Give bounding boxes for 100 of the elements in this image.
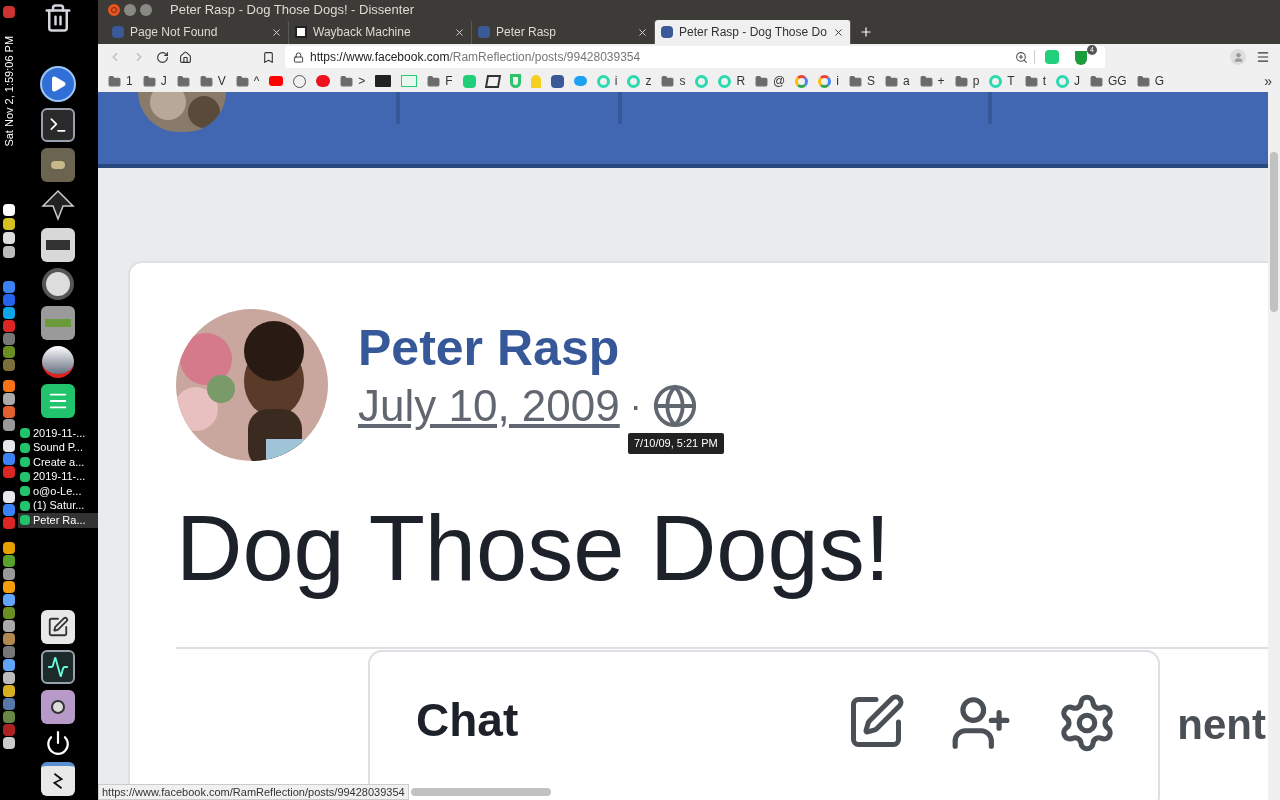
- horizontal-scrollbar[interactable]: [410, 788, 551, 796]
- bookmark-item[interactable]: J: [1056, 72, 1080, 90]
- monitor-icon[interactable]: [41, 650, 75, 684]
- tray-icon[interactable]: [3, 685, 15, 697]
- minimize-button[interactable]: [124, 4, 136, 16]
- globe-icon: [651, 383, 698, 429]
- tray-icon[interactable]: [3, 568, 15, 580]
- url-text: https://www.facebook.com/RamReflection/posts/99428039354: [310, 49, 642, 66]
- maximize-button[interactable]: [140, 4, 152, 16]
- zoom-icon[interactable]: [1015, 50, 1028, 64]
- mascot-icon[interactable]: [41, 148, 75, 182]
- tooltip: 7/10/09, 5:21 PM: [628, 433, 724, 454]
- bookmark-item[interactable]: T: [989, 72, 1015, 90]
- window-title: Peter Rasp - Dog Those Dogs! - Dissenter: [170, 1, 414, 20]
- tray-icon[interactable]: [3, 555, 15, 567]
- speech-bubble-icon: [316, 75, 331, 87]
- knob-icon[interactable]: [42, 346, 74, 378]
- close-icon[interactable]: [637, 26, 648, 38]
- close-icon[interactable]: [271, 26, 282, 38]
- window-list-item[interactable]: Peter Ra...: [18, 513, 98, 528]
- scrollbar[interactable]: [1268, 92, 1280, 800]
- bookmark-item[interactable]: G: [1136, 72, 1164, 90]
- cabinet-icon[interactable]: [41, 306, 75, 340]
- bookmark-item[interactable]: GG: [1090, 72, 1127, 90]
- tray-icon[interactable]: [3, 380, 15, 392]
- tray-icon[interactable]: [3, 633, 15, 645]
- tray-icon[interactable]: [3, 491, 15, 503]
- close-button[interactable]: [108, 4, 120, 16]
- power-icon[interactable]: [45, 730, 71, 756]
- home-icon[interactable]: [179, 50, 192, 64]
- tab-title: Wayback Machine: [313, 24, 412, 41]
- bookmark-item[interactable]: >: [340, 72, 366, 90]
- tray-icon[interactable]: [3, 246, 15, 258]
- menu-icon[interactable]: [1256, 50, 1270, 64]
- separator: ·: [629, 384, 642, 428]
- tray-icon[interactable]: [3, 581, 15, 593]
- status-bar: https://www.facebook.com/RamReflection/posts/99428039354: [98, 784, 409, 800]
- tray-icon[interactable]: [3, 419, 15, 431]
- bookmark-item[interactable]: i: [818, 72, 839, 90]
- browser-tab[interactable]: Peter Rasp - Dog Those Do: [655, 20, 851, 44]
- tab-title: Peter Rasp - Dog Those Do: [679, 24, 827, 41]
- bookmark-item[interactable]: p: [954, 72, 980, 90]
- tab-title: Page Not Found: [130, 24, 219, 41]
- reload-icon[interactable]: [156, 50, 169, 64]
- tray-icon[interactable]: [3, 659, 15, 671]
- trash-icon[interactable]: [43, 2, 73, 34]
- tray-icon[interactable]: [3, 672, 15, 684]
- folder-icon: [919, 74, 933, 88]
- lock-icon: [293, 51, 304, 63]
- tray-icon[interactable]: [3, 440, 15, 452]
- folder-icon: [954, 74, 968, 88]
- bookmark-icon[interactable]: [262, 50, 275, 64]
- webcam-icon[interactable]: [41, 690, 75, 724]
- bookmarks-overflow[interactable]: »: [1264, 70, 1272, 92]
- bookmark-item[interactable]: @: [755, 72, 786, 90]
- bookmark-item[interactable]: a: [884, 72, 910, 90]
- tray-icon[interactable]: [3, 620, 15, 632]
- clock: Sat Nov 2, 1:59:06 PM: [1, 35, 16, 147]
- play-icon[interactable]: [40, 66, 76, 102]
- close-icon[interactable]: [454, 26, 465, 38]
- bookmark-item[interactable]: s: [661, 72, 686, 90]
- folder-icon: [848, 74, 862, 88]
- folder-icon: [884, 74, 898, 88]
- window-icon[interactable]: [41, 762, 75, 796]
- tray-icon[interactable]: [3, 204, 15, 216]
- terminal-icon[interactable]: [41, 108, 75, 142]
- action-label[interactable]: nent: [1177, 701, 1266, 749]
- new-tab-icon[interactable]: [858, 25, 873, 39]
- post-date-link[interactable]: July 10, 2009: [358, 380, 620, 432]
- tray-icon[interactable]: [3, 393, 15, 405]
- bookmark-item[interactable]: [375, 75, 392, 87]
- folder-icon: [108, 74, 121, 88]
- author-name[interactable]: Peter Rasp: [358, 317, 698, 379]
- tray-icon[interactable]: [3, 594, 15, 606]
- mountain-icon[interactable]: [41, 188, 75, 222]
- folder-icon: [427, 74, 441, 88]
- bookmark-item[interactable]: +: [919, 72, 945, 90]
- bookmark-item[interactable]: z: [627, 72, 652, 90]
- tray-icon[interactable]: [3, 218, 15, 230]
- bookmark-item[interactable]: S: [848, 72, 875, 90]
- news-logo-icon: [375, 75, 392, 87]
- chat-title: Chat: [416, 693, 519, 748]
- bookmark-item[interactable]: i: [596, 72, 618, 90]
- tray-icon[interactable]: [3, 307, 15, 319]
- tray-icon[interactable]: [3, 232, 15, 244]
- editor-icon[interactable]: [41, 610, 75, 644]
- bookmark-item[interactable]: V: [199, 72, 226, 90]
- video-icon: [269, 76, 284, 86]
- tray-icon[interactable]: [3, 737, 15, 749]
- folder-icon: [142, 74, 156, 88]
- close-icon[interactable]: [832, 26, 844, 38]
- bookmark-item[interactable]: ^: [235, 72, 260, 90]
- scanner-icon[interactable]: [41, 228, 75, 262]
- tray-icon[interactable]: [3, 542, 15, 554]
- bookmark-item[interactable]: R: [718, 72, 746, 90]
- folder-icon: [1090, 74, 1103, 88]
- bookmark-item[interactable]: 1: [108, 72, 133, 90]
- bookmark-item[interactable]: F: [427, 72, 453, 90]
- bookmark-item[interactable]: t: [1024, 72, 1046, 90]
- bookmark-item[interactable]: J: [142, 72, 167, 90]
